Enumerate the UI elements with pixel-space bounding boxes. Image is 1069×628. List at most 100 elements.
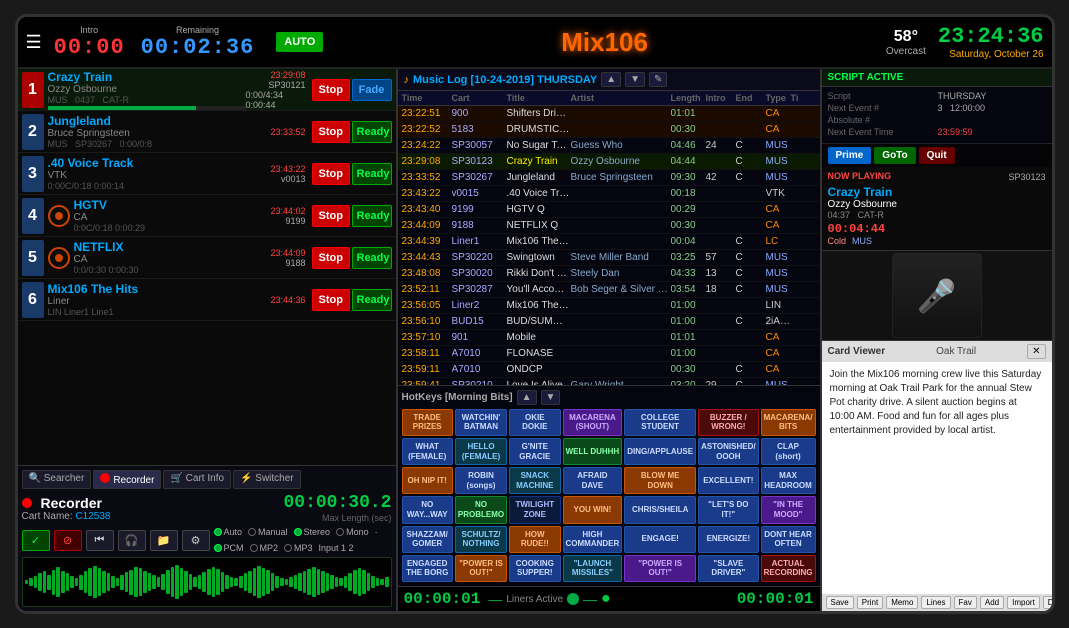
record-confirm-button[interactable]: ✓	[22, 530, 50, 551]
prime-button[interactable]: Prime	[828, 147, 872, 164]
table-row[interactable]: 23:59:11 A7010 ONDCP 00:30 C CA	[398, 362, 820, 378]
hotkey-button[interactable]: ROBIN (songs)	[455, 467, 507, 494]
hotkey-button[interactable]: BUZZER / WRONG!	[698, 409, 759, 436]
table-row[interactable]: 23:29:08 SP30123 Crazy Train Ozzy Osbour…	[398, 154, 820, 170]
hotkey-button[interactable]: HELLO (FEMALE)	[455, 438, 507, 465]
hotkey-button[interactable]: CLAP (short)	[761, 438, 816, 465]
tab-searcher[interactable]: 🔍 Searcher	[22, 470, 92, 489]
hotkey-button[interactable]: HIGH COMMANDER	[563, 526, 623, 553]
hotkey-button[interactable]: "IN THE MOOD"	[761, 496, 816, 523]
record-stop-button[interactable]: ⊘	[54, 530, 82, 551]
hotkey-button[interactable]: "SLAVE DRIVER"	[698, 555, 759, 582]
music-log-down-button[interactable]: ▼	[625, 72, 645, 87]
hotkey-button[interactable]: SNACK MACHINE	[509, 467, 560, 494]
table-row[interactable]: 23:44:43 SP30220 Swingtown Steve Miller …	[398, 250, 820, 266]
table-row[interactable]: 23:44:09 9188 NETFLIX Q 00:30 CA	[398, 218, 820, 234]
card-viewer-footer-button[interactable]: Lines	[921, 596, 950, 609]
hotkey-button[interactable]: BLOW ME DOWN	[624, 467, 696, 494]
hotkey-button[interactable]: MACARENA/ BITS	[761, 409, 816, 436]
record-settings-button[interactable]: ⚙	[182, 530, 210, 551]
hotkey-button[interactable]: DONT HEAR OFTEN	[761, 526, 816, 553]
hotkey-button[interactable]: ASTONISHED/ OOOH	[698, 438, 759, 465]
hotkey-button[interactable]: SCHULTZ/ NOTHING	[455, 526, 507, 553]
table-row[interactable]: 23:43:22 v0015 .40 Voice Track 00:18 VTK	[398, 186, 820, 202]
music-log-edit-button[interactable]: ✎	[649, 72, 667, 87]
ready-button-4[interactable]: Ready	[352, 205, 392, 227]
manual-radio[interactable]	[248, 528, 256, 536]
table-row[interactable]: 23:22:51 900 Shifters Drive In Q 01:01 C…	[398, 106, 820, 122]
ready-button-6[interactable]: Ready	[352, 289, 392, 311]
menu-icon[interactable]: ☰	[26, 32, 42, 53]
hotkey-button[interactable]: CHRIS/SHEILA	[624, 496, 696, 523]
table-row[interactable]: 23:56:10 BUD15 BUD/SUMMERSOUNDS 01:00 C …	[398, 314, 820, 330]
hotkey-button[interactable]: YOU WIN!	[563, 496, 623, 523]
hotkey-button[interactable]: OKIE DOKIE	[509, 409, 560, 436]
hotkey-button[interactable]: ENGAGED THE BORG	[402, 555, 453, 582]
hotkey-button[interactable]: G'NITE GRACIE	[509, 438, 560, 465]
hotkey-button[interactable]: COOKING SUPPER!	[509, 555, 560, 582]
hotkey-button[interactable]: ENERGIZE!	[698, 526, 759, 553]
card-viewer-footer-button[interactable]: Delete	[1043, 596, 1052, 609]
table-row[interactable]: 23:56:05 Liner2 Mix106 The Hits (Bed) 01…	[398, 298, 820, 314]
hotkey-button[interactable]: MAX HEADROOM	[761, 467, 816, 494]
hotkeys-up-button[interactable]: ▲	[517, 390, 537, 405]
hotkey-button[interactable]: "LET'S DO IT!"	[698, 496, 759, 523]
card-viewer-footer-button[interactable]: Memo	[886, 596, 918, 609]
stop-button-4[interactable]: Stop	[312, 205, 350, 227]
ready-button-2[interactable]: Ready	[352, 121, 392, 143]
table-row[interactable]: 23:52:11 SP30287 You'll Accompny Me Bob …	[398, 282, 820, 298]
auto-button[interactable]: AUTO	[276, 32, 323, 52]
stop-button-1[interactable]: Stop	[312, 79, 350, 101]
hotkey-button[interactable]: COLLEGE STUDENT	[624, 409, 696, 436]
stop-button-5[interactable]: Stop	[312, 247, 350, 269]
hotkeys-down-button[interactable]: ▼	[541, 390, 561, 405]
hotkey-button[interactable]: TRADE PRIZES	[402, 409, 453, 436]
card-viewer-footer-button[interactable]: Fav	[954, 596, 977, 609]
record-folder-button[interactable]: 📁	[150, 530, 178, 551]
record-headphone-button[interactable]: 🎧	[118, 530, 146, 551]
table-row[interactable]: 23:43:40 9199 HGTV Q 00:29 CA	[398, 202, 820, 218]
fade-button-1[interactable]: Fade	[352, 79, 392, 101]
tab-switcher[interactable]: ⚡ Switcher	[233, 470, 301, 489]
stop-button-2[interactable]: Stop	[312, 121, 350, 143]
table-row[interactable]: 23:58:11 A7010 FLONASE 01:00 CA	[398, 346, 820, 362]
card-viewer-footer-button[interactable]: Save	[826, 596, 854, 609]
table-row[interactable]: 23:33:52 SP30267 Jungleland Bruce Spring…	[398, 170, 820, 186]
ready-button-3[interactable]: Ready	[352, 163, 392, 185]
ready-button-5[interactable]: Ready	[352, 247, 392, 269]
card-viewer-footer-button[interactable]: Add	[980, 596, 1004, 609]
hotkey-button[interactable]: MACARENA (SHOUT)	[563, 409, 623, 436]
hotkey-button[interactable]: WELL DUHHH	[563, 438, 623, 465]
tab-cart-info[interactable]: 🛒 Cart Info	[163, 470, 231, 489]
hotkey-button[interactable]: "LAUNCH MISSILES"	[563, 555, 623, 582]
hotkey-button[interactable]: WHAT (FEMALE)	[402, 438, 453, 465]
mp2-radio[interactable]	[250, 544, 258, 552]
hotkey-button[interactable]: NO WAY...WAY	[402, 496, 453, 523]
mono-radio[interactable]	[336, 528, 344, 536]
stop-button-3[interactable]: Stop	[312, 163, 350, 185]
tab-recorder[interactable]: Recorder	[93, 470, 161, 489]
hotkey-button[interactable]: "POWER IS OUT!"	[455, 555, 507, 582]
hotkey-button[interactable]: AFRAID DAVE	[563, 467, 623, 494]
hotkey-button[interactable]: NO PROBLEMO	[455, 496, 507, 523]
table-row[interactable]: 23:57:10 901 Mobile 01:01 CA	[398, 330, 820, 346]
table-row[interactable]: 23:44:39 Liner1 Mix106 The Hits 00:04 C …	[398, 234, 820, 250]
hotkey-button[interactable]: WATCHIN' BATMAN	[455, 409, 507, 436]
table-row[interactable]: 23:48:08 SP30020 Rikki Don't Lose That N…	[398, 266, 820, 282]
hotkey-button[interactable]: ACTUAL RECORDING	[761, 555, 816, 582]
stop-button-6[interactable]: Stop	[312, 289, 350, 311]
hotkey-button[interactable]: ENGAGE!	[624, 526, 696, 553]
stereo-radio[interactable]	[294, 528, 302, 536]
hotkey-button[interactable]: SHAZZAM/ GOMER	[402, 526, 453, 553]
hotkey-button[interactable]: HOW RUDE!!	[509, 526, 560, 553]
goto-button[interactable]: GoTo	[874, 147, 915, 164]
hotkey-button[interactable]: EXCELLENT!	[698, 467, 759, 494]
record-rewind-button[interactable]: ⏮	[86, 530, 114, 551]
table-row[interactable]: 23:24:22 SP30057 No Sugar Tonight/ Nu Mo…	[398, 138, 820, 154]
music-log-up-button[interactable]: ▲	[601, 72, 621, 87]
hotkey-button[interactable]: OH NIP IT!	[402, 467, 453, 494]
card-viewer-footer-button[interactable]: Print	[857, 596, 883, 609]
card-viewer-close[interactable]: ✕	[1027, 344, 1045, 359]
card-viewer-footer-button[interactable]: Import	[1007, 596, 1040, 609]
hotkey-button[interactable]: "POWER IS OUT!"	[624, 555, 696, 582]
